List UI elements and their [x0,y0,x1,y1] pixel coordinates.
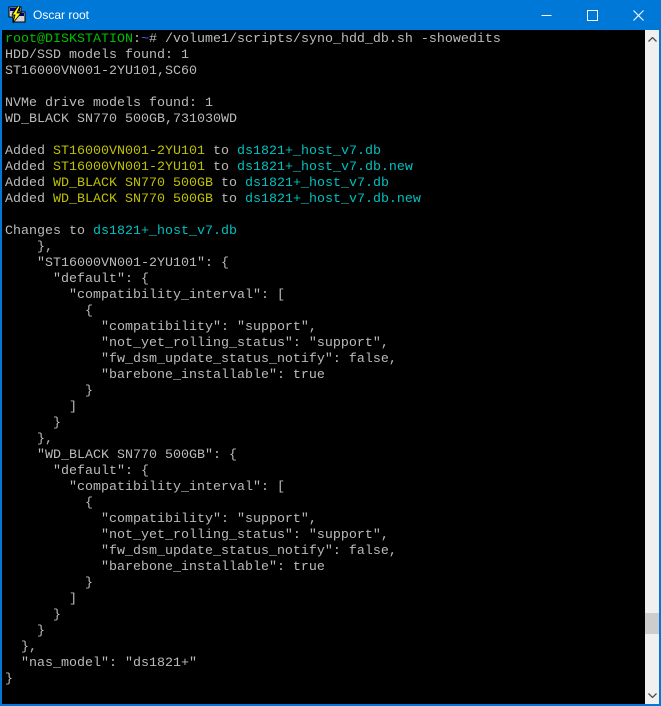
terminal-line: Added WD_BLACK SN770 500GB to ds1821+_ho… [5,192,645,208]
putty-icon[interactable] [8,6,26,24]
close-button[interactable] [615,0,661,30]
terminal-line: "ST16000VN001-2YU101": { [5,256,645,272]
terminal-line: "compatibility_interval": [ [5,288,645,304]
terminal-line: Changes to ds1821+_host_v7.db [5,224,645,240]
terminal-line [5,80,645,96]
window-title: Oscar root [33,8,523,22]
terminal-line: "barebone_installable": true [5,560,645,576]
terminal-line: { [5,304,645,320]
terminal[interactable]: root@DISKSTATION:~# /volume1/scripts/syn… [2,30,645,704]
terminal-line: "fw_dsm_update_status_notify": false, [5,544,645,560]
terminal-line: "fw_dsm_update_status_notify": false, [5,352,645,368]
terminal-line: WD_BLACK SN770 500GB,731030WD [5,112,645,128]
scrollbar[interactable] [645,30,659,704]
terminal-line: Added ST16000VN001-2YU101 to ds1821+_hos… [5,160,645,176]
terminal-line: "not_yet_rolling_status": "support", [5,528,645,544]
terminal-lines: root@DISKSTATION:~# /volume1/scripts/syn… [5,32,645,688]
chevron-down-icon [648,693,657,698]
window-controls [523,0,661,30]
terminal-line: } [5,416,645,432]
terminal-line: } [5,624,645,640]
terminal-line: HDD/SSD models found: 1 [5,48,645,64]
terminal-line: ] [5,592,645,608]
terminal-line: root@DISKSTATION:~# /volume1/scripts/syn… [5,32,645,48]
terminal-line: Added ST16000VN001-2YU101 to ds1821+_hos… [5,144,645,160]
scroll-up-button[interactable] [645,31,659,47]
terminal-line: }, [5,432,645,448]
scrollbar-thumb[interactable] [645,613,659,634]
terminal-line: "not_yet_rolling_status": "support", [5,336,645,352]
terminal-line: } [5,384,645,400]
chevron-up-icon [648,37,657,42]
terminal-line: } [5,576,645,592]
terminal-line: NVMe drive models found: 1 [5,96,645,112]
terminal-line: "barebone_installable": true [5,368,645,384]
terminal-line: "WD_BLACK SN770 500GB": { [5,448,645,464]
terminal-line: Added WD_BLACK SN770 500GB to ds1821+_ho… [5,176,645,192]
terminal-line: "compatibility_interval": [ [5,480,645,496]
minimize-icon [541,10,552,21]
terminal-line: } [5,608,645,624]
maximize-button[interactable] [569,0,615,30]
terminal-line: ] [5,400,645,416]
terminal-line [5,208,645,224]
terminal-line: }, [5,640,645,656]
terminal-line: "nas_model": "ds1821+" [5,656,645,672]
terminal-line: ST16000VN001-2YU101,SC60 [5,64,645,80]
terminal-line [5,128,645,144]
terminal-line: } [5,672,645,688]
terminal-line: }, [5,240,645,256]
terminal-line: { [5,496,645,512]
terminal-line: "compatibility": "support", [5,320,645,336]
putty-window: Oscar root root@DISKSTATION:~# /volume1/… [0,0,661,706]
terminal-line: "default": { [5,272,645,288]
terminal-line: "compatibility": "support", [5,512,645,528]
terminal-line: "default": { [5,464,645,480]
maximize-icon [587,10,598,21]
scroll-down-button[interactable] [645,687,659,703]
minimize-button[interactable] [523,0,569,30]
title-bar: Oscar root [0,0,661,30]
close-icon [633,10,644,21]
